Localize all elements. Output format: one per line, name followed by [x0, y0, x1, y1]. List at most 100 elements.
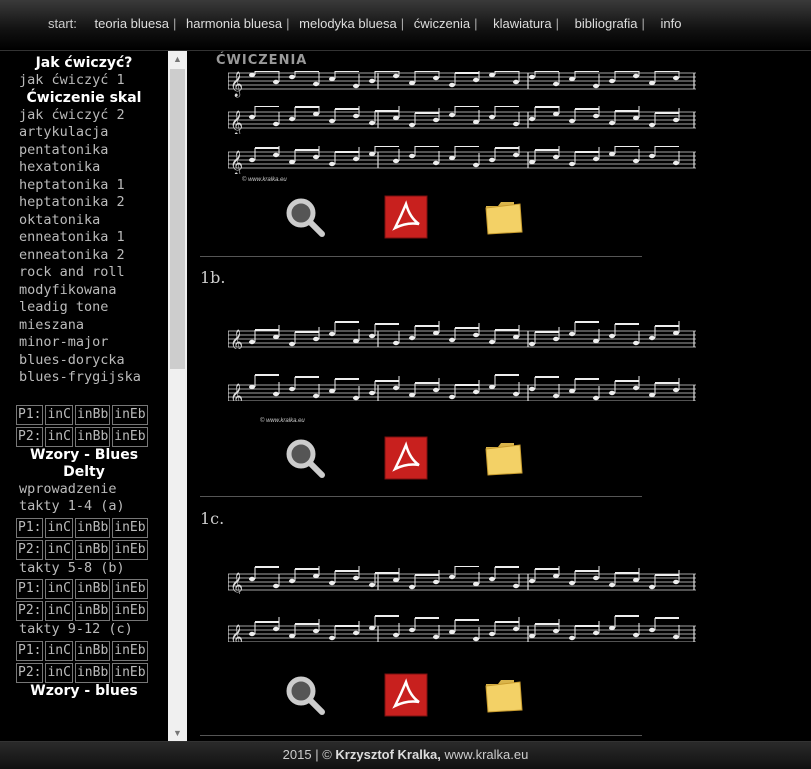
nav-info[interactable]: info: [661, 16, 682, 31]
svg-text:𝄞: 𝄞: [230, 624, 243, 642]
nav-klawiatura[interactable]: klawiatura: [493, 16, 552, 31]
sidebar-item-scale[interactable]: hexatonika: [0, 159, 168, 177]
in-c-button[interactable]: inC: [45, 579, 73, 599]
sidebar-item-takty-9-12[interactable]: takty 9-12 (c): [0, 621, 168, 639]
p1-button[interactable]: P1:: [16, 404, 44, 425]
sidebar-item-scale[interactable]: enneatonika 1: [0, 229, 168, 247]
p2-button[interactable]: P2:: [16, 426, 44, 447]
folder-icon[interactable]: [482, 435, 528, 481]
nav-separator: |: [172, 16, 177, 31]
magnifier-icon[interactable]: [282, 435, 328, 481]
nav-bibliografia[interactable]: bibliografia: [575, 16, 638, 31]
footer-site-link[interactable]: www.kralka.eu: [445, 747, 529, 762]
in-c-button[interactable]: inC: [45, 601, 73, 621]
in-c-button[interactable]: inC: [45, 517, 73, 538]
svg-text:𝄞: 𝄞: [230, 110, 243, 134]
nav-cwiczenia[interactable]: ćwiczenia: [414, 16, 470, 31]
sidebar-item-scale[interactable]: heptatonika 2: [0, 194, 168, 212]
sidebar-item-scale[interactable]: enneatonika 2: [0, 247, 168, 265]
sidebar-item-scale[interactable]: leadig tone: [0, 299, 168, 317]
p1-button[interactable]: P1:: [16, 640, 44, 661]
page-title: ĆWICZENIA: [216, 53, 308, 68]
svg-text:𝄞: 𝄞: [230, 150, 243, 174]
scroll-up-arrow-icon[interactable]: ▲: [168, 51, 187, 67]
music-staff: 𝄞: [228, 615, 696, 642]
p2-button[interactable]: P2:: [16, 539, 44, 560]
footer-author: Krzysztof Kralka,: [335, 747, 441, 762]
magnifier-icon[interactable]: [282, 672, 328, 718]
exercise-label-1c: 1c.: [200, 509, 225, 528]
sidebar-heading-wzory-blues: Wzory - blues: [30, 682, 138, 699]
in-eb-button[interactable]: inEb: [112, 579, 148, 599]
nav-separator: |: [474, 16, 478, 31]
sidebar-scrollbar[interactable]: ▲ ▼: [168, 51, 187, 741]
in-eb-button[interactable]: inEb: [112, 404, 148, 425]
p2-button[interactable]: P2:: [16, 601, 44, 621]
sidebar-heading-wzory-blues-delty: Wzory - Blues Delty: [29, 446, 139, 480]
sidebar-item-scale[interactable]: mieszana: [0, 317, 168, 335]
folder-icon[interactable]: [482, 672, 528, 718]
in-bb-button[interactable]: inBb: [74, 579, 111, 599]
sidebar-item-scale[interactable]: modyfikowana: [0, 282, 168, 300]
key-button-row: P2: inC inBb inEb: [16, 662, 168, 683]
in-bb-button[interactable]: inBb: [74, 404, 111, 425]
key-button-row: P1: inC inBb inEb: [16, 579, 168, 599]
in-bb-button[interactable]: inBb: [74, 517, 111, 538]
in-eb-button[interactable]: inEb: [112, 640, 148, 661]
scroll-down-arrow-icon[interactable]: ▼: [168, 725, 187, 741]
nav-teoria-bluesa[interactable]: teoria bluesa: [95, 16, 169, 31]
in-eb-button[interactable]: inEb: [112, 426, 148, 447]
p1-button[interactable]: P1:: [16, 517, 44, 538]
section-divider: [200, 735, 642, 736]
sidebar: Jak ćwiczyć? jak ćwiczyć 1 Ćwiczenie ska…: [0, 51, 168, 741]
nav-separator: |: [400, 16, 405, 31]
magnifier-icon[interactable]: [282, 194, 328, 240]
sidebar-item-scale[interactable]: oktatonika: [0, 212, 168, 230]
scrollbar-thumb[interactable]: [170, 69, 185, 369]
key-button-row: P2: inC inBb inEb: [16, 601, 168, 621]
key-button-row: P2: inC inBb inEb: [16, 426, 168, 447]
key-button-row: P1: inC inBb inEb: [16, 517, 168, 538]
p2-button[interactable]: P2:: [16, 662, 44, 683]
in-eb-button[interactable]: inEb: [112, 539, 148, 560]
sidebar-item-scale[interactable]: rock and roll: [0, 264, 168, 282]
sidebar-item-takty-1-4[interactable]: takty 1-4 (a): [0, 498, 168, 516]
sidebar-item-scale[interactable]: heptatonika 1: [0, 177, 168, 195]
in-eb-button[interactable]: inEb: [112, 517, 148, 538]
copyright-note: © www.kralka.eu: [242, 177, 287, 183]
sidebar-item-scale[interactable]: minor-major: [0, 334, 168, 352]
pdf-icon[interactable]: [383, 672, 429, 718]
svg-text:𝄞: 𝄞: [230, 383, 243, 401]
in-c-button[interactable]: inC: [45, 404, 73, 425]
in-bb-button[interactable]: inBb: [74, 426, 111, 447]
in-bb-button[interactable]: inBb: [74, 539, 111, 560]
key-button-row: P1: inC inBb inEb: [16, 640, 168, 661]
sidebar-item-scale[interactable]: artykulacja: [0, 124, 168, 142]
folder-icon[interactable]: [482, 194, 528, 240]
sidebar-item-scale[interactable]: pentatonika: [0, 142, 168, 160]
sidebar-item-scale[interactable]: blues-frygijska: [0, 369, 168, 387]
nav-melodyka-bluesa[interactable]: melodyka bluesa: [299, 16, 397, 31]
p1-button[interactable]: P1:: [16, 579, 44, 599]
sidebar-item-scale[interactable]: blues-dorycka: [0, 352, 168, 370]
in-bb-button[interactable]: inBb: [74, 662, 111, 683]
pdf-icon[interactable]: [383, 194, 429, 240]
sidebar-item-takty-5-8[interactable]: takty 5-8 (b): [0, 560, 168, 578]
in-eb-button[interactable]: inEb: [112, 601, 148, 621]
sidebar-item-scale[interactable]: jak ćwiczyć 2: [0, 107, 168, 125]
music-staff: 𝄞: [228, 566, 696, 594]
sidebar-item-wprowadzenie[interactable]: wprowadzenie: [0, 481, 168, 499]
sidebar-heading-cwiczenie-skal: Ćwiczenie skal: [26, 89, 142, 106]
in-bb-button[interactable]: inBb: [74, 640, 111, 661]
in-c-button[interactable]: inC: [45, 640, 73, 661]
sidebar-item-jak-cwiczyc-1[interactable]: jak ćwiczyć 1: [0, 72, 168, 90]
nav-start-label: start:: [48, 16, 77, 31]
in-c-button[interactable]: inC: [45, 426, 73, 447]
in-c-button[interactable]: inC: [45, 539, 73, 560]
in-c-button[interactable]: inC: [45, 662, 73, 683]
in-bb-button[interactable]: inBb: [74, 601, 111, 621]
in-eb-button[interactable]: inEb: [112, 662, 148, 683]
footer: 2015 | © Krzysztof Kralka, www.kralka.eu: [0, 741, 811, 769]
pdf-icon[interactable]: [383, 435, 429, 481]
nav-harmonia-bluesa[interactable]: harmonia bluesa: [186, 16, 282, 31]
